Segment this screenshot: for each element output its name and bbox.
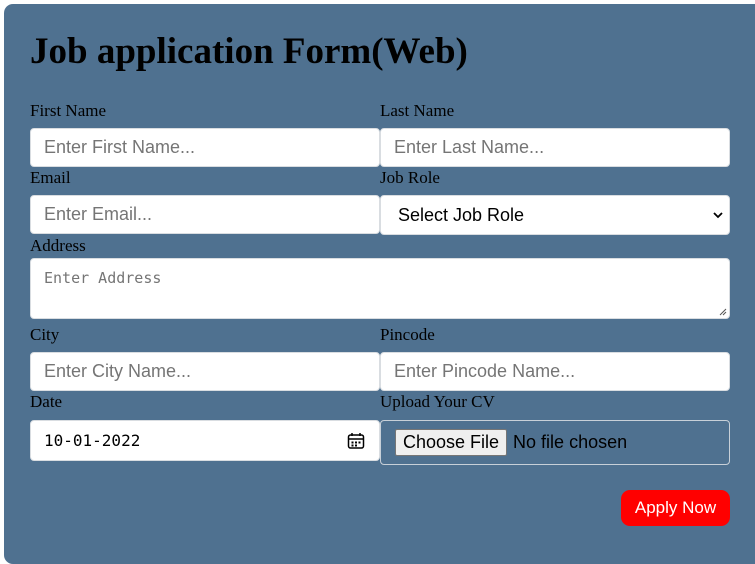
cv-label: Upload Your CV bbox=[380, 392, 495, 411]
apply-now-button[interactable]: Apply Now bbox=[621, 490, 730, 526]
resize-grip-icon[interactable] bbox=[718, 307, 727, 316]
email-input[interactable]: Enter Email... bbox=[30, 195, 380, 234]
city-input[interactable]: Enter City Name... bbox=[30, 352, 380, 391]
job-role-select[interactable]: Select Job Role bbox=[380, 195, 730, 235]
choose-file-button[interactable]: Choose File bbox=[395, 429, 508, 456]
calendar-icon[interactable] bbox=[347, 432, 365, 450]
pincode-input[interactable]: Enter Pincode Name... bbox=[380, 352, 730, 391]
email-label: Email bbox=[30, 168, 71, 187]
job-role-label: Job Role bbox=[380, 168, 440, 187]
date-value: 10-01-2022 bbox=[44, 431, 141, 450]
pincode-label: Pincode bbox=[380, 325, 435, 344]
first-name-label: First Name bbox=[30, 101, 107, 120]
job-role-selected: Select Job Role bbox=[398, 204, 525, 225]
date-input[interactable]: 10-01-2022 bbox=[30, 420, 380, 461]
date-label: Date bbox=[30, 392, 63, 411]
last-name-input[interactable]: Enter Last Name... bbox=[380, 128, 730, 167]
address-label: Address bbox=[30, 236, 86, 255]
address-textarea[interactable]: Enter Address bbox=[30, 258, 730, 319]
form-title: Job application Form(Web) bbox=[30, 31, 468, 72]
city-label: City bbox=[30, 325, 60, 344]
cv-upload-field: Choose File No file chosen bbox=[380, 420, 730, 465]
last-name-label: Last Name bbox=[380, 101, 455, 120]
file-status: No file chosen bbox=[513, 432, 628, 452]
chevron-down-icon bbox=[713, 212, 723, 219]
first-name-input[interactable]: Enter First Name... bbox=[30, 128, 380, 167]
